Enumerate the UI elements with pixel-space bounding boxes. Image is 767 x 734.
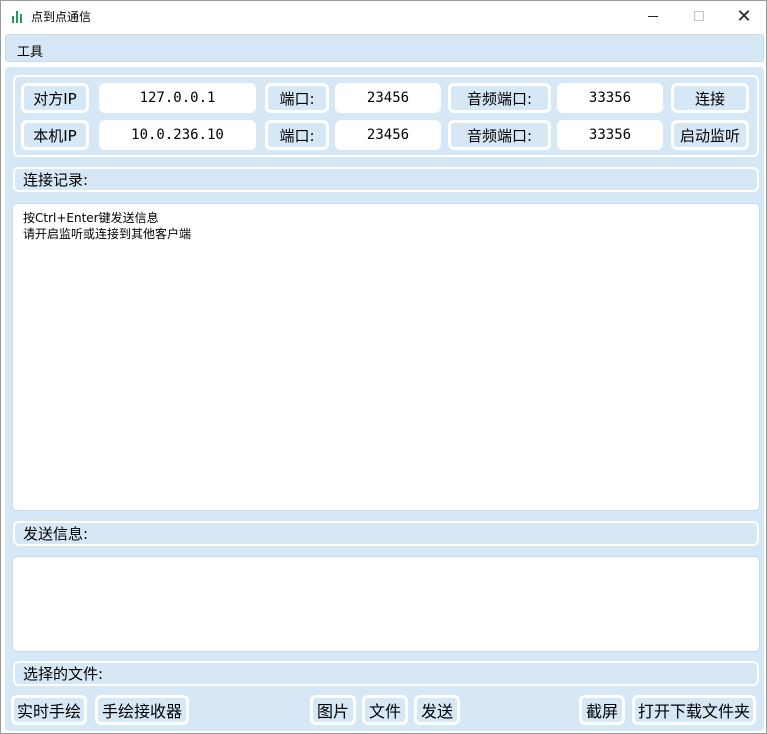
selected-files-label: 选择的文件: — [13, 661, 759, 686]
image-button[interactable]: 图片 — [310, 695, 356, 725]
maximize-button[interactable] — [676, 1, 722, 31]
maximize-icon — [694, 11, 704, 21]
title-bar: 点到点通信 ✕ — [1, 1, 766, 31]
app-window: 点到点通信 ✕ 工具 对方IP 127.0.0.1 端口: 23456 音频端口… — [0, 0, 767, 734]
remote-ip-field[interactable]: 127.0.0.1 — [99, 83, 256, 113]
minimize-icon — [648, 15, 658, 17]
file-button[interactable]: 文件 — [362, 695, 408, 725]
remote-ip-label: 对方IP — [21, 83, 89, 113]
local-audio-port-label: 音频端口: — [448, 120, 551, 150]
main-panel: 对方IP 127.0.0.1 端口: 23456 音频端口: 33356 连接 … — [5, 67, 764, 731]
send-button[interactable]: 发送 — [414, 695, 460, 725]
close-button[interactable]: ✕ — [721, 1, 767, 31]
remote-port-label: 端口: — [265, 83, 329, 113]
open-download-folder-button[interactable]: 打开下载文件夹 — [632, 695, 756, 725]
app-logo-icon — [11, 9, 25, 23]
menu-tools[interactable]: 工具 — [17, 41, 43, 60]
connection-log-area[interactable]: 按Ctrl+Enter键发送信息 请开启监听或连接到其他客户端 — [12, 203, 760, 511]
local-port-field[interactable]: 23456 — [335, 120, 441, 150]
menu-bar: 工具 — [5, 34, 764, 62]
remote-port-field[interactable]: 23456 — [335, 83, 441, 113]
log-line: 按Ctrl+Enter键发送信息 — [23, 211, 159, 225]
local-ip-label: 本机IP — [21, 120, 89, 150]
connection-log-header: 连接记录: — [13, 167, 759, 192]
local-audio-port-field[interactable]: 33356 — [557, 120, 663, 150]
send-message-input[interactable] — [12, 556, 760, 652]
remote-audio-port-label: 音频端口: — [448, 83, 551, 113]
local-ip-field[interactable]: 10.0.236.10 — [99, 120, 256, 150]
minimize-button[interactable] — [630, 1, 676, 31]
connect-button[interactable]: 连接 — [671, 83, 749, 113]
draw-receiver-button[interactable]: 手绘接收器 — [95, 695, 189, 725]
realtime-draw-button[interactable]: 实时手绘 — [11, 695, 87, 725]
log-line: 请开启监听或连接到其他客户端 — [23, 227, 192, 241]
send-message-header: 发送信息: — [13, 521, 759, 546]
local-port-label: 端口: — [265, 120, 329, 150]
remote-audio-port-field[interactable]: 33356 — [557, 83, 663, 113]
start-listen-button[interactable]: 启动监听 — [671, 120, 749, 150]
close-icon: ✕ — [736, 5, 752, 27]
screenshot-button[interactable]: 截屏 — [579, 695, 625, 725]
window-title: 点到点通信 — [31, 10, 92, 24]
